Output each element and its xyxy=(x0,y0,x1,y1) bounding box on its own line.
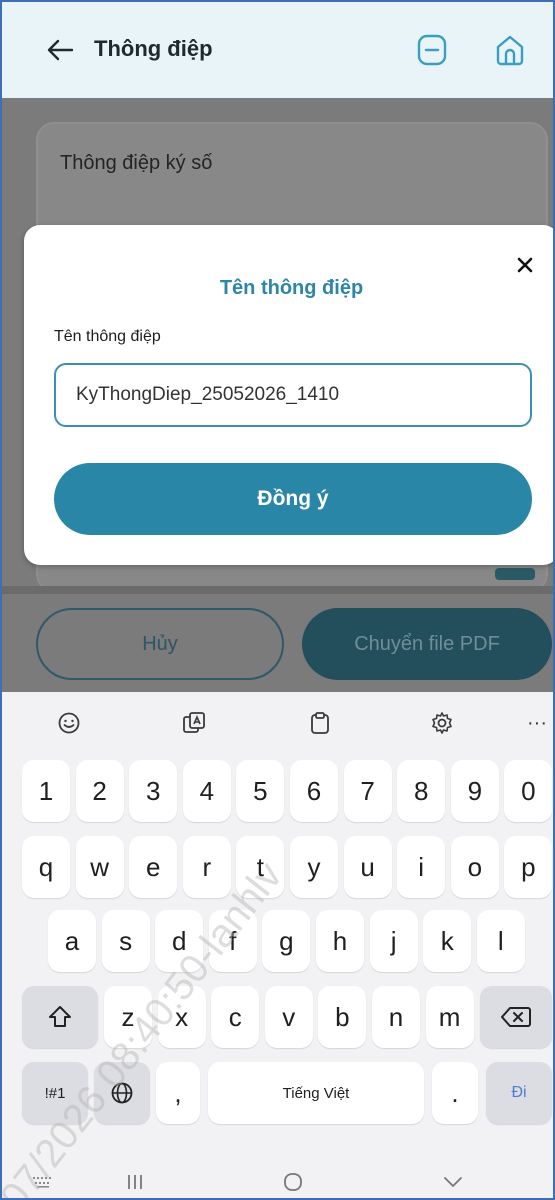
soft-keyboard: ··· 1234567890 qwertyuiop asdfghjkl zxcvbnm… xyxy=(2,692,553,1198)
field-label: Tên thông điệp xyxy=(54,328,161,345)
keyboard-icon xyxy=(33,1177,51,1188)
period-key[interactable]: . xyxy=(432,1062,478,1124)
key-7[interactable]: 7 xyxy=(343,760,392,822)
key-y[interactable]: y xyxy=(290,836,338,898)
home-nav-button[interactable] xyxy=(278,1166,308,1198)
key-u[interactable]: u xyxy=(343,836,392,898)
emoji-button[interactable] xyxy=(52,706,86,740)
action-row: Hủy Chuyển file PDF xyxy=(2,598,553,688)
system-nav-bar xyxy=(2,1162,553,1198)
gear-icon xyxy=(432,712,452,734)
page-title: Thông điệp xyxy=(94,36,213,61)
language-key[interactable] xyxy=(94,1062,150,1124)
key-8[interactable]: 8 xyxy=(397,760,446,822)
text-style-button[interactable] xyxy=(177,706,211,740)
key-a[interactable]: a xyxy=(48,910,96,972)
app-header: Thông điệp xyxy=(2,2,553,98)
key-h[interactable]: h xyxy=(316,910,364,972)
keyboard-settings-button[interactable] xyxy=(425,706,459,740)
comma-key[interactable]: , xyxy=(156,1062,200,1124)
key-t[interactable]: t xyxy=(236,836,285,898)
backspace-key[interactable] xyxy=(480,986,552,1048)
chevron-down-icon xyxy=(444,1177,462,1187)
key-c[interactable]: c xyxy=(211,986,260,1048)
key-4[interactable]: 4 xyxy=(182,760,231,822)
back-button[interactable] xyxy=(40,32,80,68)
keyboard-toolbar: ··· xyxy=(2,692,553,754)
home-circle-icon xyxy=(284,1173,302,1191)
key-r[interactable]: r xyxy=(182,836,231,898)
text-style-icon xyxy=(183,712,205,733)
key-l[interactable]: l xyxy=(476,910,525,972)
key-e[interactable]: e xyxy=(129,836,178,898)
key-x[interactable]: x xyxy=(157,986,206,1048)
key-g[interactable]: g xyxy=(262,910,311,972)
key-d[interactable]: d xyxy=(155,910,204,972)
close-button[interactable] xyxy=(509,249,541,281)
app-frame: Thông điệp Thông điệp ký số Hủy Chuyển f… xyxy=(0,0,555,1200)
key-2[interactable]: 2 xyxy=(75,760,124,822)
shift-icon xyxy=(49,1006,71,1027)
home-button[interactable] xyxy=(488,28,532,72)
key-9[interactable]: 9 xyxy=(450,760,499,822)
cancel-button[interactable]: Hủy xyxy=(36,608,284,680)
divider xyxy=(2,586,553,594)
key-i[interactable]: i xyxy=(397,836,446,898)
dialog-title: Tên thông điệp xyxy=(219,277,364,299)
key-n[interactable]: n xyxy=(372,986,420,1048)
key-m[interactable]: m xyxy=(425,986,474,1048)
globe-icon xyxy=(111,1082,133,1104)
keyboard-hide-button[interactable] xyxy=(28,1166,58,1198)
key-p[interactable]: p xyxy=(504,836,553,898)
key-o[interactable]: o xyxy=(450,836,499,898)
symbols-key[interactable]: !#1 xyxy=(22,1062,88,1124)
arrow-left-icon xyxy=(47,39,74,61)
agree-button[interactable]: Đồng ý xyxy=(54,463,532,535)
key-j[interactable]: j xyxy=(369,910,418,972)
key-0[interactable]: 0 xyxy=(504,760,553,822)
more-button[interactable]: ··· xyxy=(520,706,553,740)
key-w[interactable]: w xyxy=(75,836,124,898)
document-button[interactable] xyxy=(410,28,454,72)
recents-button[interactable] xyxy=(120,1166,150,1198)
back-nav-button[interactable] xyxy=(438,1166,468,1198)
key-s[interactable]: s xyxy=(101,910,150,972)
key-3[interactable]: 3 xyxy=(129,760,178,822)
document-minus-icon xyxy=(417,34,447,66)
key-q[interactable]: q xyxy=(22,836,70,898)
mini-indicator xyxy=(495,568,535,580)
key-z[interactable]: z xyxy=(104,986,152,1048)
recents-icon xyxy=(128,1175,142,1189)
emoji-icon xyxy=(58,712,80,734)
close-icon xyxy=(517,257,533,273)
message-name-input[interactable]: KyThongDiep_25052026_1410 xyxy=(54,363,532,427)
convert-pdf-button[interactable]: Chuyển file PDF xyxy=(302,608,552,680)
clipboard-icon xyxy=(311,712,329,734)
shift-key[interactable] xyxy=(22,986,98,1048)
card-label: Thông điệp ký số xyxy=(60,152,213,174)
key-b[interactable]: b xyxy=(318,986,367,1048)
home-icon xyxy=(496,35,524,66)
go-key[interactable]: Đi xyxy=(486,1062,552,1124)
backspace-icon xyxy=(501,1007,531,1027)
key-5[interactable]: 5 xyxy=(236,760,285,822)
clipboard-button[interactable] xyxy=(303,706,337,740)
space-key[interactable]: Tiếng Việt xyxy=(208,1062,424,1124)
key-f[interactable]: f xyxy=(208,910,257,972)
key-6[interactable]: 6 xyxy=(290,760,338,822)
key-k[interactable]: k xyxy=(423,910,472,972)
key-1[interactable]: 1 xyxy=(22,760,70,822)
message-name-dialog: Tên thông điệp Tên thông điệp KyThongDie… xyxy=(24,225,553,565)
key-v[interactable]: v xyxy=(264,986,313,1048)
